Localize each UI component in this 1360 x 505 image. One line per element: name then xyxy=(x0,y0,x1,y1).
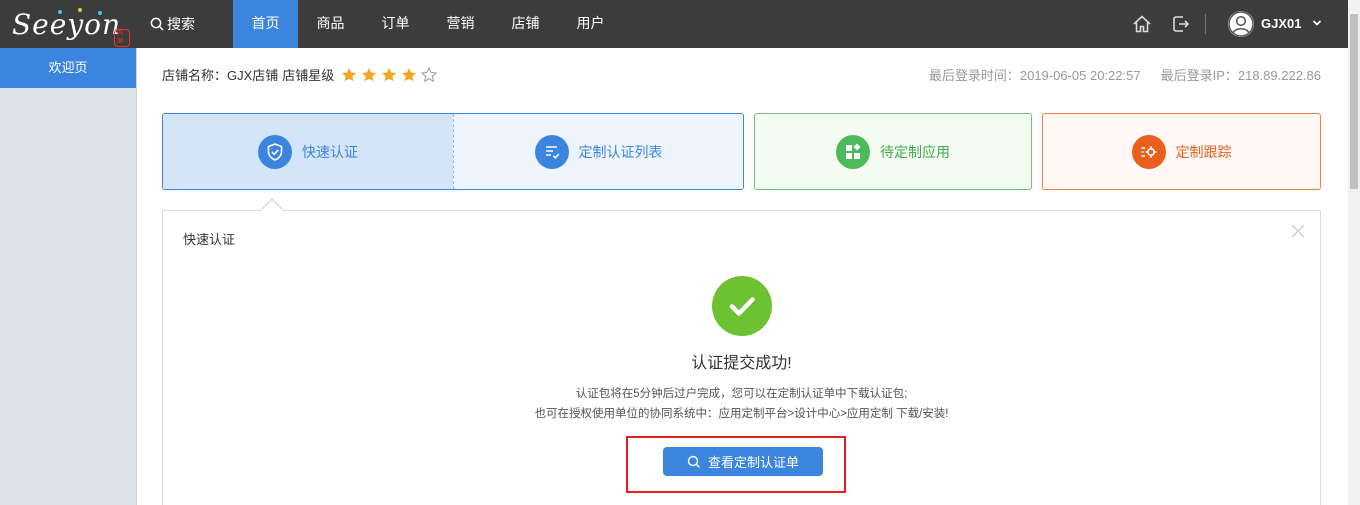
search-button[interactable]: 搜索 xyxy=(150,0,195,48)
top-bar: Seeyon 内测 搜索 首页 商品 订单 营销 店铺 用户 GJX01 xyxy=(0,0,1348,48)
star-empty-icon xyxy=(421,66,438,82)
logout-icon[interactable] xyxy=(1170,13,1192,35)
nav-item-marketing[interactable]: 营销 xyxy=(428,0,493,48)
logo-text: Seeyon xyxy=(12,8,122,41)
success-title: 认证提交成功! xyxy=(691,355,792,372)
nav-item-products[interactable]: 商品 xyxy=(298,0,363,48)
search-icon xyxy=(150,17,164,31)
logo-dot-icon xyxy=(58,10,62,14)
success-desc-line2: 也可在授权使用单位的协同系统中：应用定制平台>设计中心>应用定制 下载/安装! xyxy=(534,408,949,420)
quick-auth-panel: 快速认证 认证提交成功! 认证包将在5分钟后过户完成，您可以在定制认证单中下载认… xyxy=(162,210,1321,505)
card-tracking-label: 定制跟踪 xyxy=(1175,143,1232,160)
star-filled-icon xyxy=(342,67,357,81)
card-custom-list-label: 定制认证列表 xyxy=(578,143,663,160)
main-nav: 首页 商品 订单 营销 店铺 用户 xyxy=(233,0,623,48)
sidebar-item-welcome[interactable]: 欢迎页 xyxy=(0,48,136,88)
nav-item-store[interactable]: 店铺 xyxy=(493,0,558,48)
success-desc-line1: 认证包将在5分钟后过户完成，您可以在定制认证单中下载认证包; xyxy=(575,388,908,400)
logo-badge: 内测 xyxy=(114,29,130,47)
close-icon[interactable] xyxy=(1290,223,1306,239)
panel-title: 快速认证 xyxy=(183,232,236,247)
logo-dot-icon xyxy=(98,11,102,15)
card-tracking[interactable]: 定制跟踪 xyxy=(1042,113,1321,190)
nav-item-orders[interactable]: 订单 xyxy=(363,0,428,48)
apps-grid-icon xyxy=(836,134,870,169)
chevron-down-icon[interactable] xyxy=(1311,17,1323,29)
avatar[interactable] xyxy=(1228,11,1254,37)
last-login-time: 最后登录时间：2019-06-05 20:22:57 xyxy=(928,68,1141,83)
card-custom-list[interactable]: 定制认证列表 xyxy=(454,114,743,189)
store-name: 店铺名称：GJX店铺 xyxy=(162,68,279,83)
card-quick-auth-label: 快速认证 xyxy=(302,143,358,160)
view-custom-auth-label: 查看定制认证单 xyxy=(707,455,799,470)
card-pending-apps-label: 待定制应用 xyxy=(880,143,950,160)
success-check-icon xyxy=(712,276,772,336)
last-login-ip: 最后登录IP：218.89.222.86 xyxy=(1160,68,1321,83)
logo-dot-icon xyxy=(78,8,82,12)
user-name[interactable]: GJX01 xyxy=(1261,16,1301,31)
store-rating-label: 店铺星级 xyxy=(282,68,335,83)
shield-icon xyxy=(258,134,292,169)
star-filled-icon xyxy=(362,67,377,81)
star-filled-icon xyxy=(382,67,397,81)
auth-card-group: 快速认证 定制认证列表 xyxy=(162,113,744,190)
store-rating-stars xyxy=(340,66,440,84)
page-scrollbar[interactable] xyxy=(1348,0,1360,505)
store-info: 店铺名称：GJX店铺 店铺星级 xyxy=(162,65,440,84)
scrollbar-thumb[interactable] xyxy=(1350,14,1358,189)
user-avatar-icon xyxy=(1228,11,1254,37)
panel-pointer-fill xyxy=(261,200,283,211)
nav-item-home[interactable]: 首页 xyxy=(233,0,298,48)
search-label: 搜索 xyxy=(167,16,195,32)
sidebar: 欢迎页 xyxy=(0,48,137,505)
star-filled-icon xyxy=(402,67,417,81)
tracking-gear-icon xyxy=(1131,134,1166,169)
login-info: 最后登录时间：2019-06-05 20:22:57 最后登录IP：218.89… xyxy=(929,65,1321,84)
search-icon xyxy=(687,455,700,468)
card-pending-apps[interactable]: 待定制应用 xyxy=(754,113,1032,190)
nav-item-users[interactable]: 用户 xyxy=(558,0,623,48)
logo[interactable]: Seeyon 内测 xyxy=(6,8,130,47)
view-custom-auth-button[interactable]: 查看定制认证单 xyxy=(663,447,823,476)
header-divider xyxy=(1205,14,1206,34)
verified-list-icon xyxy=(534,134,569,169)
home-icon[interactable] xyxy=(1131,13,1153,35)
card-quick-auth[interactable]: 快速认证 xyxy=(163,114,453,189)
